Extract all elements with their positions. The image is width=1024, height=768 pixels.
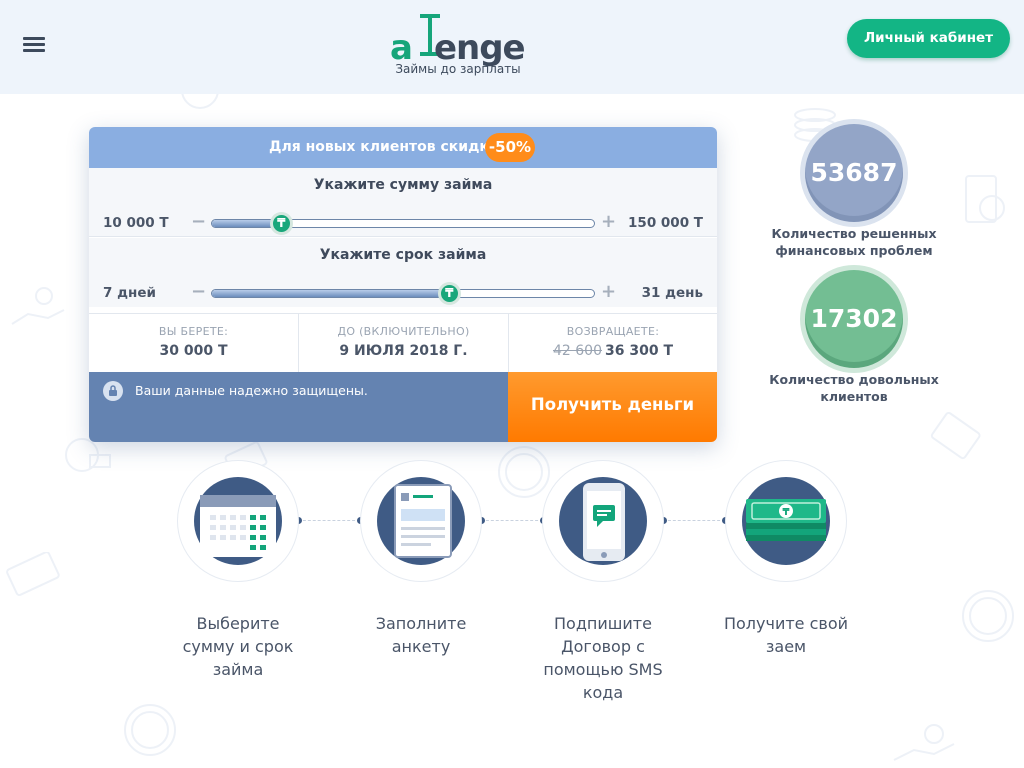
step-receive-text: Получите свой заем — [723, 614, 849, 656]
calendar-icon — [194, 477, 282, 565]
step-sign-text: Подпишите Договор с помощью SMS кода — [543, 614, 663, 702]
step-fill-form-text: Заполните анкету — [375, 614, 467, 656]
amount-max-label: 150 000 Т — [628, 215, 703, 231]
take-label: ВЫ БЕРЕТЕ: — [158, 325, 229, 338]
step-sign: Подпишите Договор с помощью SMS кода — [518, 460, 688, 704]
until-value: 9 ИЮЛЯ 2018 Г. — [339, 343, 468, 359]
stat-solved-problems: 53687 Количество решенных финансовых проб… — [754, 124, 954, 259]
term-min-label: 7 дней — [103, 285, 156, 301]
security-bar: Ваши данные надежно защищены. — [89, 372, 508, 442]
loan-calculator: Для новых клиентов скидка -50% Укажите с… — [89, 127, 717, 442]
until-label: ДО (ВКЛЮЧИТЕЛЬНО) — [337, 325, 470, 338]
term-plus-button[interactable]: + — [601, 281, 616, 302]
amount-slider[interactable]: ₸ — [211, 212, 595, 235]
loan-summary: ВЫ БЕРЕТЕ: 30 000 Т ДО (ВКЛЮЧИТЕЛЬНО) 9 … — [89, 313, 717, 373]
logo[interactable]: a enge Займы до зарплаты — [388, 10, 528, 80]
term-title: Укажите срок займа — [319, 247, 487, 263]
promo-banner: Для новых клиентов скидка -50% — [89, 127, 717, 168]
return-values: 42 600 36 300 Т — [509, 343, 717, 359]
get-money-button[interactable]: Получить деньги — [508, 372, 717, 442]
return-old-value: 42 600 — [552, 343, 602, 359]
step-receive: ₸ Получите свой заем — [701, 460, 871, 658]
logo-tagline: Займы до зарплаты — [395, 62, 521, 76]
stat-clients-label: Количество довольных клиентов — [769, 372, 939, 404]
term-slider-handle[interactable]: ₸ — [437, 282, 461, 305]
amount-minus-button[interactable]: − — [191, 211, 206, 232]
summary-take: ВЫ БЕРЕТЕ: 30 000 Т — [89, 314, 298, 373]
banknote-doodle-icon — [965, 175, 1005, 223]
term-slider-fill — [212, 290, 449, 297]
term-minus-button[interactable]: − — [191, 281, 206, 302]
term-max-label: 31 день — [641, 285, 703, 301]
svg-text:₸: ₸ — [783, 507, 790, 518]
personal-cabinet-button[interactable]: Личный кабинет — [847, 19, 1010, 58]
hand-coin-doodle-icon — [11, 287, 65, 325]
lock-icon — [103, 381, 123, 401]
money-icon: ₸ — [742, 477, 830, 565]
stat-happy-clients: 17302 Количество довольных клиентов — [754, 270, 954, 405]
amount-section: Укажите сумму займа 10 000 Т − ₸ + 150 0… — [89, 168, 717, 237]
discount-badge: -50% — [485, 133, 535, 162]
stat-clients-value: 17302 — [805, 270, 903, 368]
site-header: a enge Займы до зарплаты Личный кабинет — [0, 0, 1024, 94]
stat-solved-label: Количество решенных финансовых проблем — [771, 226, 937, 258]
step-fill-form: Заполните анкету — [336, 460, 506, 658]
amount-min-label: 10 000 Т — [103, 215, 169, 231]
return-label: ВОЗВРАЩАЕТЕ: — [566, 325, 660, 338]
return-new-value: 36 300 Т — [604, 343, 673, 359]
term-section: Укажите срок займа 7 дней − ₸ + 31 день — [89, 238, 717, 307]
step-choose-text: Выберите сумму и срок займа — [182, 614, 294, 679]
take-value: 30 000 Т — [159, 343, 228, 359]
promo-text: Для новых клиентов скидка — [269, 139, 499, 155]
menu-hamburger-icon[interactable] — [23, 36, 45, 53]
amount-title: Укажите сумму займа — [313, 177, 493, 193]
amount-slider-handle[interactable]: ₸ — [269, 212, 293, 235]
term-slider[interactable]: ₸ — [211, 282, 595, 305]
how-it-works: Выберите сумму и срок займа Заполните анкет… — [0, 460, 1024, 720]
document-icon — [377, 477, 465, 565]
amount-plus-button[interactable]: + — [601, 211, 616, 232]
hand-coin-doodle-icon — [893, 724, 955, 761]
stat-solved-value: 53687 — [805, 124, 903, 222]
security-text: Ваши данные надежно защищены. — [135, 383, 368, 398]
banknote-doodle-icon — [930, 411, 981, 460]
phone-sms-icon — [559, 477, 647, 565]
summary-until: ДО (ВКЛЮЧИТЕЛЬНО) 9 ИЮЛЯ 2018 Г. — [298, 314, 508, 373]
summary-return: ВОЗВРАЩАЕТЕ: 42 600 36 300 Т — [508, 314, 717, 373]
step-choose: Выберите сумму и срок займа — [153, 460, 323, 681]
